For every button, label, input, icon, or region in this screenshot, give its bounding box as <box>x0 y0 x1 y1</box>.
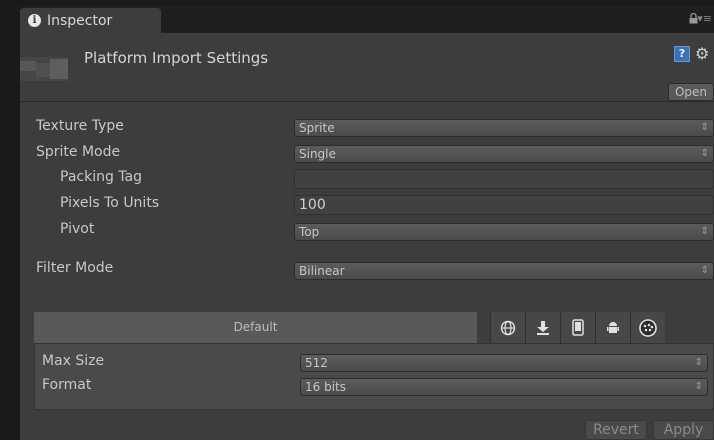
pixels-to-units-input[interactable]: 100 <box>294 195 714 215</box>
filter-mode-label: Filter Mode <box>36 260 114 276</box>
gear-icon[interactable]: ⚙ <box>695 44 709 63</box>
apply-button[interactable]: Apply <box>653 420 714 440</box>
texture-type-label: Texture Type <box>36 118 124 134</box>
format-dropdown[interactable]: 16 bits ⇕ <box>300 378 708 396</box>
pivot-label: Pivot <box>60 221 95 237</box>
filter-mode-dropdown[interactable]: Bilinear ⇕ <box>294 262 714 280</box>
help-icon[interactable]: ? <box>674 46 690 62</box>
open-button[interactable]: Open <box>668 83 714 101</box>
info-icon: i <box>28 14 41 27</box>
dropdown-arrow-icon: ⇕ <box>694 381 703 392</box>
max-size-value: 512 <box>305 356 328 370</box>
mobile-icon[interactable] <box>560 312 595 343</box>
texture-type-value: Sprite <box>299 121 335 135</box>
dropdown-arrow-icon: ⇕ <box>700 122 709 133</box>
page-title: Platform Import Settings <box>84 49 269 67</box>
packing-tag-input[interactable] <box>294 169 714 189</box>
tab-default-platform[interactable]: Default <box>34 312 477 343</box>
pivot-dropdown[interactable]: Top ⇕ <box>294 223 714 241</box>
tab-inspector[interactable]: i Inspector <box>20 8 161 33</box>
platform-tabs: Default <box>34 312 714 343</box>
pivot-value: Top <box>299 225 320 239</box>
dropdown-arrow-icon: ⇕ <box>700 265 709 276</box>
packing-tag-label: Packing Tag <box>60 169 142 185</box>
format-value: 16 bits <box>305 380 346 394</box>
dropdown-arrow-icon: ⇕ <box>700 148 709 159</box>
sprite-mode-dropdown[interactable]: Single ⇕ <box>294 145 714 163</box>
max-size-label: Max Size <box>42 353 105 369</box>
blackberry-icon[interactable] <box>630 312 665 343</box>
inspector-window: i Inspector ▾≡ Platform Import Settings … <box>20 6 714 440</box>
filter-mode-value: Bilinear <box>299 264 345 278</box>
inspector-header: Platform Import Settings ? ⚙ Open <box>20 33 714 102</box>
download-icon[interactable] <box>525 312 560 343</box>
dropdown-arrow-icon: ⇕ <box>700 226 709 237</box>
tab-menu-icon[interactable]: ▾≡ <box>697 12 712 25</box>
revert-button[interactable]: Revert <box>585 420 647 440</box>
max-size-dropdown[interactable]: 512 ⇕ <box>300 354 708 372</box>
globe-icon[interactable] <box>490 312 525 343</box>
tab-bar: i Inspector ▾≡ <box>20 6 714 33</box>
tab-label: Inspector <box>47 12 113 29</box>
sprite-mode-value: Single <box>299 147 336 161</box>
asset-thumbnail-icon <box>20 57 68 81</box>
sprite-mode-label: Sprite Mode <box>36 144 121 160</box>
texture-type-dropdown[interactable]: Sprite ⇕ <box>294 119 714 137</box>
dropdown-arrow-icon: ⇕ <box>694 357 703 368</box>
pixels-to-units-label: Pixels To Units <box>60 195 160 211</box>
android-icon[interactable] <box>595 312 630 343</box>
format-label: Format <box>42 377 92 393</box>
